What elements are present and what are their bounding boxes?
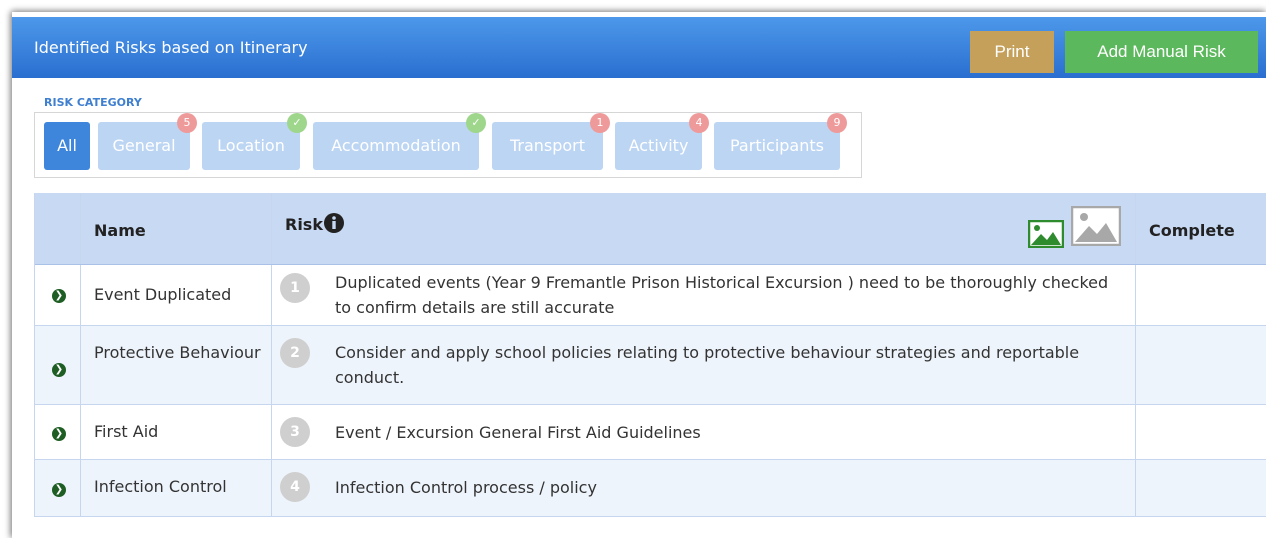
check-badge-icon: ✓ bbox=[287, 113, 307, 133]
risk-name: First Aid bbox=[94, 422, 159, 441]
panel-title: Identified Risks based on Itinerary bbox=[34, 38, 308, 57]
category-accommodation-button[interactable]: Accommodation ✓ bbox=[313, 113, 486, 170]
count-badge: 5 bbox=[177, 113, 197, 133]
count-badge: 1 bbox=[590, 113, 610, 133]
print-button[interactable]: Print bbox=[970, 31, 1054, 73]
risk-name: Infection Control bbox=[94, 477, 227, 496]
table-header: Name Risk Complete bbox=[35, 193, 1266, 265]
info-icon[interactable] bbox=[323, 212, 345, 238]
category-label: Participants bbox=[730, 136, 824, 155]
image-icon-green[interactable] bbox=[1027, 219, 1065, 252]
expand-arrow-icon[interactable]: ❯ bbox=[52, 483, 66, 497]
table-row[interactable]: ❯ Event Duplicated 1 Duplicated events (… bbox=[35, 265, 1266, 326]
count-badge: 4 bbox=[689, 113, 709, 133]
count-badge: 9 bbox=[827, 113, 847, 133]
table-row[interactable]: ❯ Infection Control 4 Infection Control … bbox=[35, 460, 1266, 517]
risk-category-label: RISK CATEGORY bbox=[44, 96, 142, 109]
risk-column-header[interactable]: Risk bbox=[285, 215, 323, 234]
risk-number: 2 bbox=[280, 338, 310, 368]
risk-description: Event / Excursion General First Aid Guid… bbox=[335, 423, 701, 442]
category-all-button[interactable]: All bbox=[44, 122, 90, 170]
risks-panel: Identified Risks based on Itinerary Prin… bbox=[12, 12, 1266, 538]
expand-arrow-icon[interactable]: ❯ bbox=[52, 363, 66, 377]
category-location-button[interactable]: Location ✓ bbox=[202, 113, 307, 170]
category-participants-button[interactable]: Participants 9 bbox=[714, 113, 847, 170]
risk-number: 3 bbox=[280, 417, 310, 447]
category-label: Transport bbox=[509, 136, 586, 155]
panel-header: Identified Risks based on Itinerary Prin… bbox=[12, 17, 1266, 78]
category-activity-button[interactable]: Activity 4 bbox=[615, 113, 709, 170]
risk-name: Event Duplicated bbox=[94, 285, 232, 304]
expand-arrow-icon[interactable]: ❯ bbox=[52, 427, 66, 441]
category-label: Accommodation bbox=[331, 136, 461, 155]
category-label: All bbox=[57, 136, 77, 155]
risk-description: Consider and apply school policies relat… bbox=[335, 343, 1080, 387]
category-transport-button[interactable]: Transport 1 bbox=[492, 113, 610, 170]
risk-number: 1 bbox=[280, 273, 310, 303]
table-row[interactable]: ❯ Protective Behaviour 2 Consider and ap… bbox=[35, 326, 1266, 405]
check-badge-icon: ✓ bbox=[466, 113, 486, 133]
risk-name: Protective Behaviour bbox=[94, 343, 261, 362]
image-icon-gray[interactable] bbox=[1070, 205, 1122, 250]
expand-arrow-icon[interactable]: ❯ bbox=[52, 289, 66, 303]
category-label: Activity bbox=[628, 136, 689, 155]
risk-number: 4 bbox=[280, 472, 310, 502]
table-row[interactable]: ❯ First Aid 3 Event / Excursion General … bbox=[35, 405, 1266, 460]
add-manual-risk-button[interactable]: Add Manual Risk bbox=[1065, 31, 1258, 73]
risks-table: Name Risk Complete ❯ Event Duplicated 1 … bbox=[34, 193, 1266, 517]
risk-description: Duplicated events (Year 9 Fremantle Pris… bbox=[335, 273, 1109, 317]
category-label: Location bbox=[217, 136, 285, 155]
category-label: General bbox=[112, 136, 176, 155]
category-general-button[interactable]: General 5 bbox=[98, 113, 197, 170]
risk-description: Infection Control process / policy bbox=[335, 478, 597, 497]
name-column-header[interactable]: Name bbox=[94, 221, 146, 240]
complete-column-header[interactable]: Complete bbox=[1149, 221, 1235, 240]
